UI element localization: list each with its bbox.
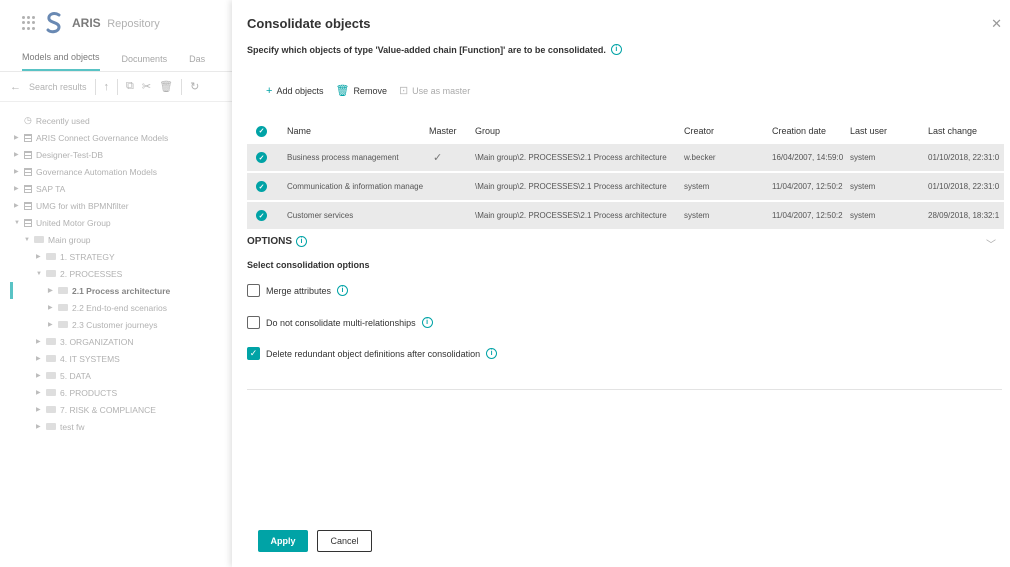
remove-label: Remove	[353, 85, 387, 96]
select-all-checkbox[interactable]: ✓	[247, 125, 287, 137]
options-heading-text: OPTIONS	[247, 236, 293, 247]
object-actions: + Add objects 🗑 Remove ⊡ Use as master	[266, 84, 470, 98]
plus-icon: +	[266, 84, 273, 97]
cell-group: \Main group\2. PROCESSES\2.1 Process arc…	[475, 182, 667, 191]
column-header-master[interactable]: Master	[429, 126, 475, 136]
chevron-down-icon[interactable]: ﹀	[986, 236, 996, 251]
master-icon: ⊡	[398, 85, 409, 97]
no-multi-relationships-checkbox[interactable]	[247, 316, 260, 329]
checkmark-icon: ✓	[256, 125, 267, 137]
delete-redundant-checkbox[interactable]: ✓	[247, 347, 260, 360]
add-objects-button[interactable]: + Add objects	[266, 85, 323, 97]
cell-creator: w.becker	[684, 153, 716, 162]
row-checkbox[interactable]: ✓	[247, 210, 287, 221]
delete-redundant-label: Delete redundant object definitions afte…	[266, 348, 481, 359]
row-checkbox[interactable]: ✓	[247, 152, 287, 163]
cell-last-change: 01/10/2018, 22:31:0	[928, 153, 1000, 162]
info-icon[interactable]: i	[610, 44, 622, 55]
no-multi-relationships-option[interactable]: Do not consolidate multi-relationships i	[247, 316, 433, 329]
cell-group: \Main group\2. PROCESSES\2.1 Process arc…	[475, 153, 667, 162]
use-as-master-button[interactable]: ⊡ Use as master	[399, 84, 470, 97]
cell-group: \Main group\2. PROCESSES\2.1 Process arc…	[475, 211, 667, 220]
merge-attributes-checkbox[interactable]	[247, 284, 260, 297]
options-subheading: Select consolidation options	[247, 260, 370, 270]
use-as-master-label: Use as master	[412, 85, 471, 96]
checkmark-icon: ✓	[256, 210, 267, 221]
add-objects-label: Add objects	[276, 85, 324, 96]
divider	[247, 389, 1002, 390]
cell-last-user: system	[850, 182, 876, 191]
cell-creator: system	[684, 182, 710, 191]
cell-creation-date: 11/04/2007, 12:50:2	[772, 211, 843, 220]
row-checkbox[interactable]: ✓	[247, 181, 287, 192]
dialog-description: Specify which objects of type 'Value-add…	[247, 44, 622, 55]
table-row[interactable]: ✓ Business process management ✓ \Main group…	[247, 144, 1004, 171]
column-header-name[interactable]: Name	[287, 126, 429, 136]
column-header-last-user[interactable]: Last user	[850, 126, 928, 136]
merge-attributes-label: Merge attributes	[266, 285, 332, 296]
merge-attributes-option[interactable]: Merge attributes i	[247, 284, 349, 297]
checkmark-icon: ✓	[256, 152, 267, 163]
trash-icon: 🗑	[335, 85, 350, 97]
modal-overlay	[0, 0, 232, 567]
options-heading[interactable]: OPTIONS i	[247, 236, 308, 247]
column-header-creation-date[interactable]: Creation date	[772, 126, 850, 136]
info-icon[interactable]: i	[421, 317, 433, 328]
table-header: ✓ Name Master Group Creator Creation dat…	[247, 118, 1004, 144]
cell-last-change: 28/09/2018, 18:32:1	[928, 211, 1000, 220]
table-row[interactable]: ✓ Communication & information manage \Main…	[247, 173, 1004, 200]
objects-table: ✓ Name Master Group Creator Creation dat…	[247, 118, 1004, 231]
cell-creation-date: 11/04/2007, 12:50:2	[772, 182, 843, 191]
column-header-creator[interactable]: Creator	[684, 126, 772, 136]
cell-creation-date: 16/04/2007, 14:59:0	[772, 153, 844, 162]
checkmark-icon: ✓	[256, 181, 267, 192]
cancel-button[interactable]: Cancel	[317, 530, 372, 552]
cell-last-user: system	[850, 153, 876, 162]
cell-name: Communication & information manage	[287, 182, 424, 191]
cell-name: Business process management	[287, 153, 399, 162]
cell-creator: system	[684, 211, 710, 220]
apply-button[interactable]: Apply	[258, 530, 308, 552]
cell-last-change: 01/10/2018, 22:31:0	[928, 182, 1000, 191]
consolidate-dialog: Consolidate objects ✕ Specify which obje…	[232, 0, 1010, 567]
dialog-title: Consolidate objects	[247, 16, 371, 31]
cell-last-user: system	[850, 211, 876, 220]
app-panel: ARIS Repository Models and objects Docum…	[0, 0, 232, 567]
remove-button[interactable]: 🗑 Remove	[335, 84, 386, 97]
description-text: Specify which objects of type 'Value-add…	[247, 44, 606, 55]
cell-master: ✓	[433, 152, 443, 164]
column-header-last-change[interactable]: Last change	[928, 126, 1004, 136]
delete-redundant-option[interactable]: ✓ Delete redundant object definitions af…	[247, 347, 498, 360]
close-icon[interactable]: ✕	[991, 16, 1002, 32]
cell-name: Customer services	[287, 211, 354, 220]
table-row[interactable]: ✓ Customer services \Main group\2. PROCESS…	[247, 202, 1004, 229]
no-multi-relationships-label: Do not consolidate multi-relationships	[266, 317, 416, 328]
info-icon[interactable]: i	[337, 285, 349, 296]
column-header-group[interactable]: Group	[475, 126, 684, 136]
info-icon[interactable]: i	[486, 348, 498, 359]
info-icon[interactable]: i	[296, 236, 308, 247]
